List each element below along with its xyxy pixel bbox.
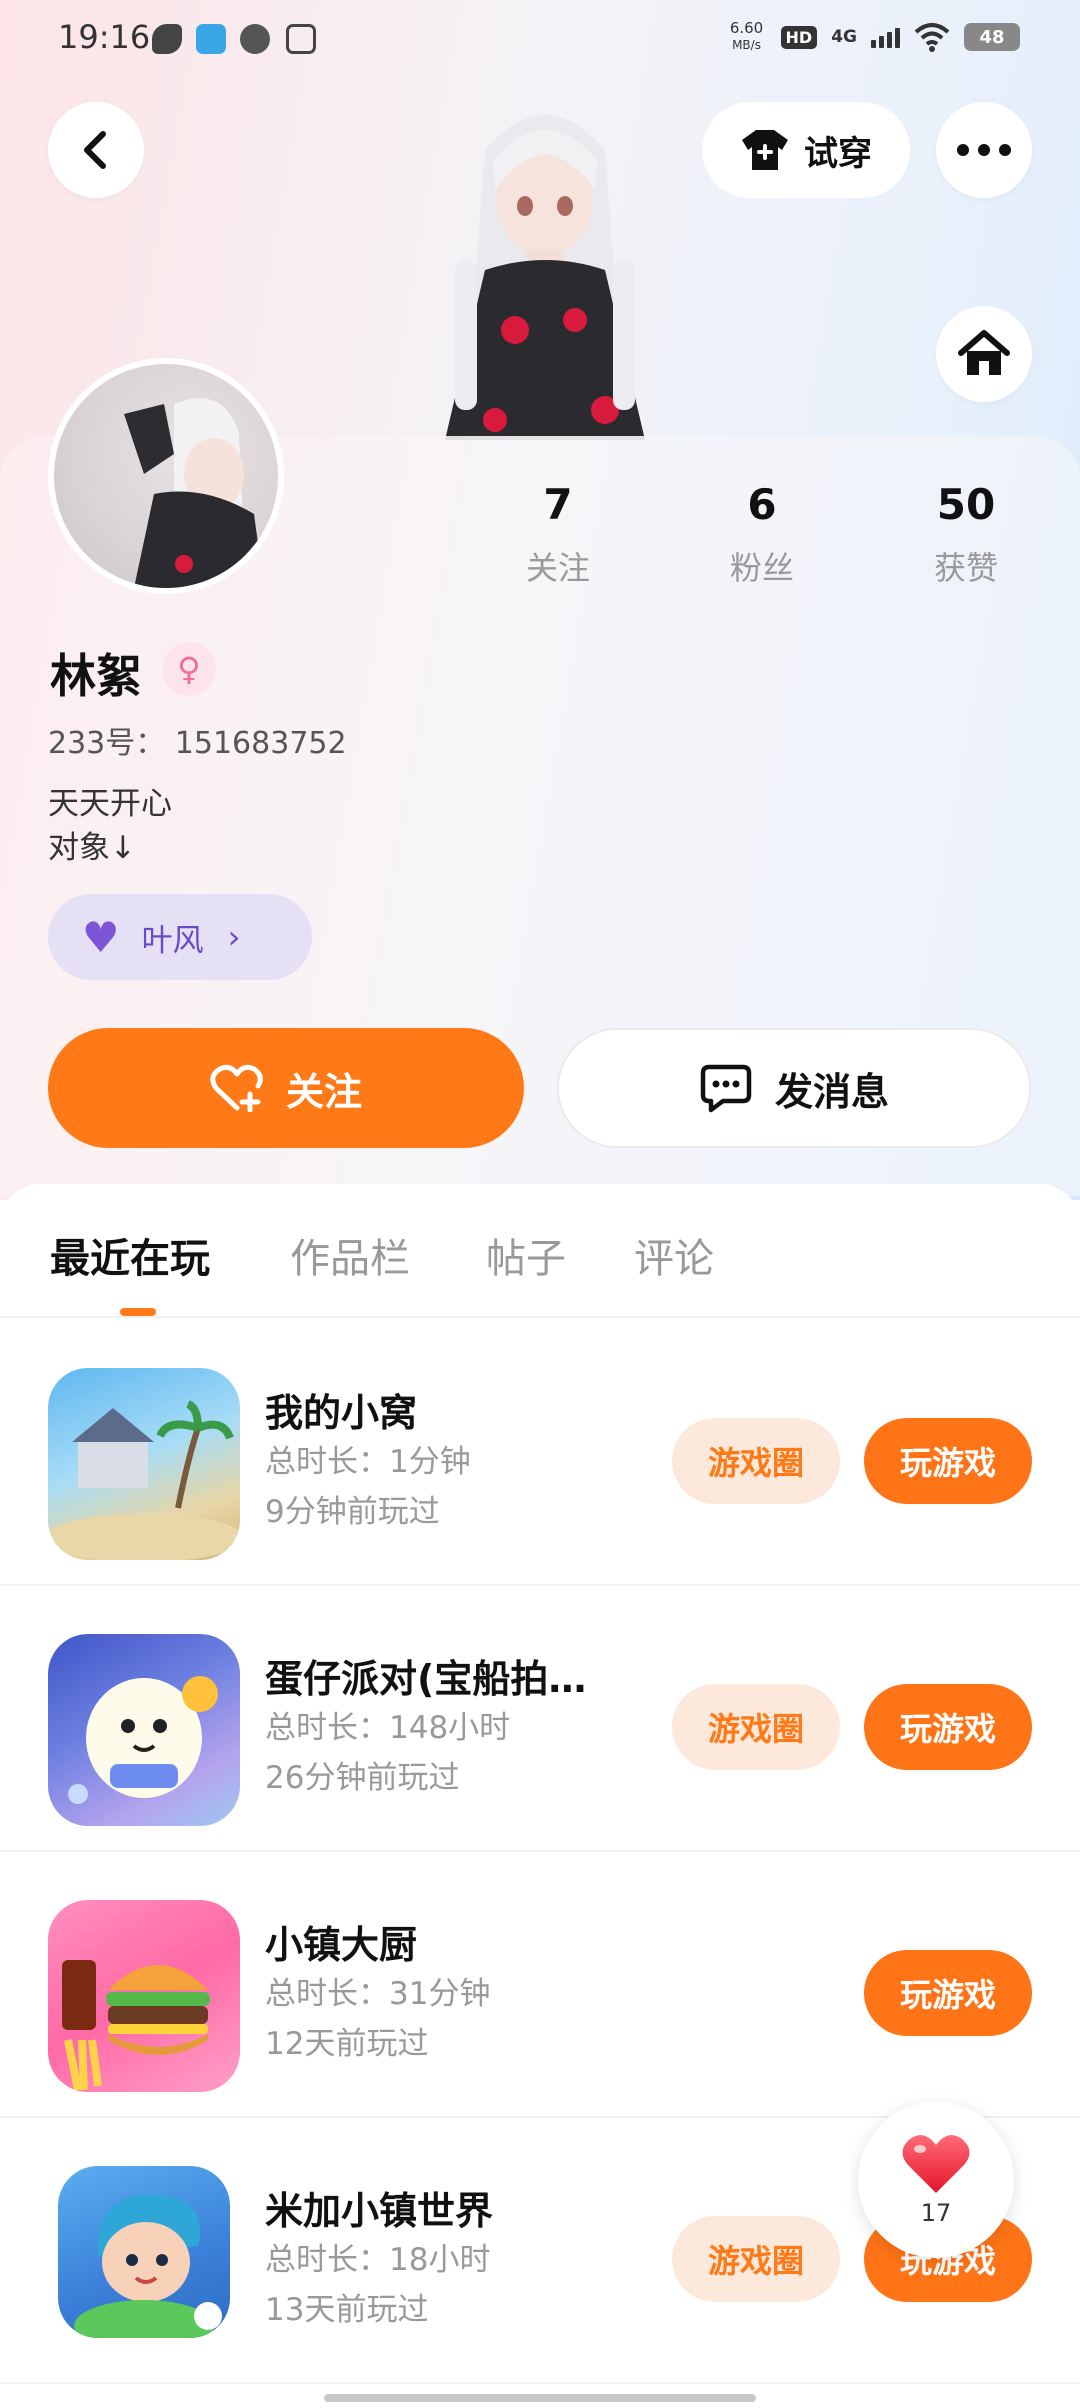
notification-app-icon [196, 24, 226, 54]
game-title: 小镇大厨 [265, 1923, 418, 1967]
back-button[interactable] [48, 102, 144, 198]
stat-followers[interactable]: 6 粉丝 [682, 480, 842, 589]
game-circle-button[interactable]: 游戏圈 [672, 1684, 840, 1770]
game-duration: 总时长：18小时 [265, 2242, 491, 2278]
stat-likes-count: 50 [936, 480, 996, 529]
avatar[interactable] [48, 358, 284, 594]
avatar-image [54, 364, 278, 588]
profile-name: 林絮 [50, 649, 142, 703]
tshirt-icon [742, 130, 788, 170]
game-duration: 总时长：1分钟 [265, 1444, 471, 1480]
heart-icon [902, 2135, 970, 2193]
follow-label: 关注 [285, 1069, 362, 1114]
more-options-button[interactable] [936, 102, 1032, 198]
signal-icon [871, 26, 900, 48]
profile-bio: 天天开心 对象↓ [48, 782, 172, 870]
profile-tabs: 最近在玩 作品栏 帖子 评论 [0, 1184, 1080, 1318]
game-circle-button[interactable]: 游戏圈 [672, 1418, 840, 1504]
game-last-played: 13天前玩过 [265, 2292, 429, 2328]
game-icon [48, 1368, 240, 1560]
network-speed: 6.60 MB/s [727, 20, 767, 54]
send-message-button[interactable]: 发消息 [557, 1028, 1031, 1148]
follow-button[interactable]: 关注 [48, 1028, 524, 1148]
game-title: 米加小镇世界 [265, 2189, 494, 2233]
play-game-button[interactable]: 玩游戏 [864, 1684, 1032, 1770]
game-last-played: 26分钟前玩过 [265, 1760, 460, 1796]
wifi-icon [914, 23, 950, 52]
try-on-label: 试穿 [804, 133, 872, 174]
active-tab-indicator [120, 1308, 156, 1316]
hd-icon: HD [780, 25, 818, 49]
stat-following-label: 关注 [525, 549, 590, 587]
network-speed-value: 6.60 [729, 19, 764, 37]
chat-bubble-icon [699, 1063, 753, 1113]
game-circle-button[interactable]: 游戏圈 [672, 2216, 840, 2302]
game-icon [58, 2166, 230, 2338]
like-count: 17 [920, 2199, 952, 2227]
game-icon [48, 1900, 240, 2092]
chevron-right-icon: › [227, 918, 241, 956]
game-title: 我的小窝 [265, 1391, 418, 1435]
female-gender-icon: ♀ [162, 642, 216, 696]
stat-likes[interactable]: 50 获赞 [886, 480, 1046, 589]
bio-line: 天天开心 [48, 786, 172, 822]
tab-works[interactable]: 作品栏 [290, 1226, 410, 1284]
home-icon [958, 330, 1010, 375]
tab-comments[interactable]: 评论 [634, 1226, 714, 1284]
stat-following[interactable]: 7 关注 [478, 480, 638, 589]
game-duration: 总时长：31分钟 [265, 1976, 491, 2012]
user-id: 233号： 151683752 [48, 726, 347, 761]
game-list-item[interactable]: 小镇大厨 总时长：31分钟 12天前玩过 玩游戏 [0, 1852, 1080, 2118]
floating-like-button[interactable]: 17 [858, 2102, 1014, 2258]
home-indicator[interactable] [324, 2394, 756, 2402]
stat-followers-label: 粉丝 [729, 549, 794, 587]
network-speed-unit: MB/s [732, 38, 761, 52]
game-icon [48, 1634, 240, 1826]
battery-icon: 48 [964, 23, 1020, 51]
status-bar: 19:16 6.60 MB/s HD 4G 48 [0, 0, 1080, 80]
tab-recently-played[interactable]: 最近在玩 [50, 1226, 210, 1284]
avatar-character-image [445, 115, 645, 440]
play-game-button[interactable]: 玩游戏 [864, 1950, 1032, 2036]
game-list-item[interactable]: 我的小窝 总时长：1分钟 9分钟前玩过 游戏圈 玩游戏 [0, 1320, 1080, 1586]
game-title: 蛋仔派对(宝船拍… [265, 1657, 587, 1701]
status-time: 19:16 [58, 18, 151, 56]
home-button[interactable] [936, 306, 1032, 402]
stat-following-count: 7 [543, 480, 573, 529]
game-list-item[interactable]: 蛋仔派对(宝船拍… 总时长：148小时 26分钟前玩过 游戏圈 玩游戏 [0, 1586, 1080, 1852]
heart-icon: ♥ [82, 912, 120, 962]
stat-likes-label: 获赞 [933, 549, 998, 587]
network-type: 4G [831, 27, 857, 47]
game-duration: 总时长：148小时 [265, 1710, 511, 1746]
partner-tag[interactable]: ♥ 叶风 › [48, 894, 312, 980]
stat-followers-count: 6 [747, 480, 777, 529]
play-game-button[interactable]: 玩游戏 [864, 1418, 1032, 1504]
game-last-played: 9分钟前玩过 [265, 1494, 440, 1530]
game-last-played: 12天前玩过 [265, 2026, 429, 2062]
notification-app-icon [152, 24, 182, 54]
send-message-label: 发消息 [774, 1069, 889, 1114]
notification-play-icon [286, 24, 316, 54]
bio-line: 对象↓ [48, 830, 136, 866]
partner-name: 叶风 [141, 922, 204, 959]
notification-app-icon [240, 24, 270, 54]
try-on-button[interactable]: 试穿 [702, 102, 910, 198]
tab-posts[interactable]: 帖子 [486, 1226, 566, 1284]
more-dots-icon [957, 144, 1011, 156]
heart-add-icon [210, 1064, 264, 1112]
chevron-left-icon [84, 131, 106, 169]
